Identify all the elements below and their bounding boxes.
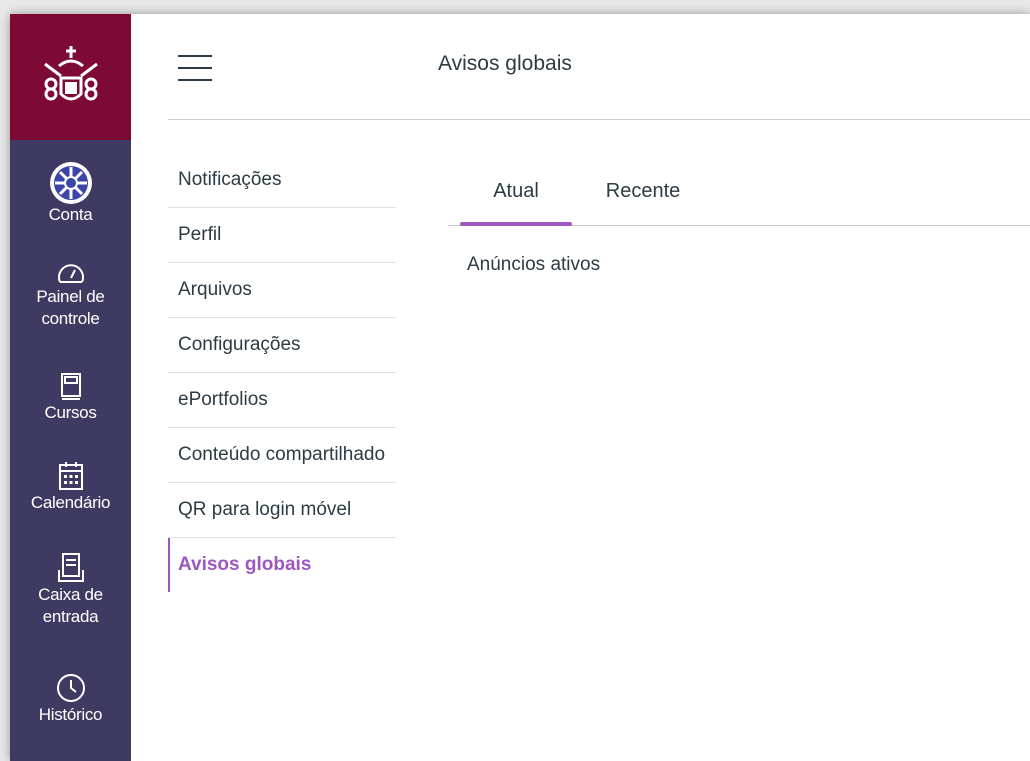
nav-label-inbox-line1: Caixa de [38,585,103,604]
subnav-item-global-announcements[interactable]: Avisos globais [168,538,396,592]
hamburger-menu-icon[interactable] [178,55,212,81]
subnav-item-eportfolios[interactable]: ePortfolios [168,373,396,428]
subnav-item-settings[interactable]: Configurações [168,318,396,373]
nav-item-dashboard[interactable]: Painel de controle [10,260,131,330]
subnav-item-profile[interactable]: Perfil [168,208,396,263]
nav-item-calendar[interactable]: Calendário [10,460,131,514]
tab-recent[interactable]: Recente [588,169,698,225]
nav-label-history: Histórico [38,705,103,724]
active-announcements-heading: Anúncios ativos [467,254,601,275]
avatar-icon [49,162,92,204]
inbox-icon [57,553,84,582]
tab-current[interactable]: Atual [460,169,572,226]
nav-label-calendar: Calendário [30,493,111,512]
subnav-item-notifications[interactable]: Notificações [168,153,396,208]
page-title: Avisos globais [438,52,572,75]
nav-label-dashboard-line1: Painel de [36,287,105,306]
account-subnav: Notificações Perfil Arquivos Configuraçõ… [168,153,396,592]
nav-label-courses: Cursos [44,403,97,422]
subnav-item-files[interactable]: Arquivos [168,263,396,318]
app-window: Conta Painel de controle Cursos Calendár… [10,14,1030,761]
history-icon [56,674,85,702]
nav-item-history[interactable]: Histórico [10,672,131,726]
global-nav: Conta Painel de controle Cursos Calendár… [10,14,131,761]
subnav-item-shared-content[interactable]: Conteúdo compartilhado [168,428,396,483]
institution-logo[interactable] [10,14,131,140]
courses-icon [60,373,81,400]
nav-label-inbox-line2: entrada [42,607,99,626]
calendar-icon [58,462,83,490]
nav-item-account[interactable]: Conta [10,162,131,226]
announcement-tabs: Atual Recente [448,169,1030,226]
nav-label-dashboard-line2: controle [41,309,100,328]
nav-item-inbox[interactable]: Caixa de entrada [10,552,131,628]
nav-label-account: Conta [48,205,93,224]
subnav-item-qr-login[interactable]: QR para login móvel [168,483,396,538]
nav-item-courses[interactable]: Cursos [10,372,131,424]
page-header: Avisos globais [168,14,1030,120]
dashboard-icon [57,264,84,283]
crest-icon [43,46,98,101]
